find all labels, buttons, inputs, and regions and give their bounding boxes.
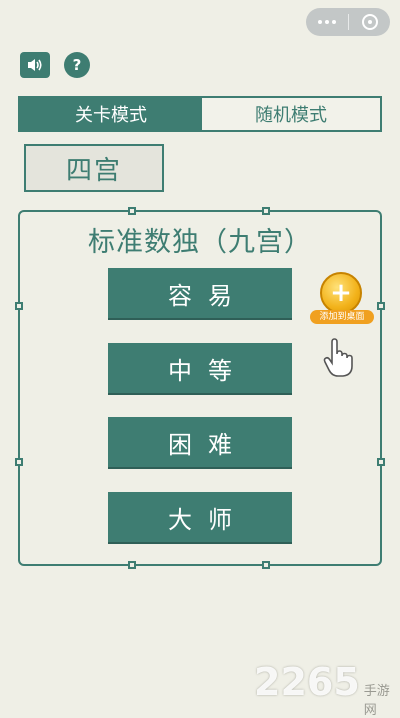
more-dots-icon[interactable]	[318, 20, 337, 24]
frame-notch	[377, 302, 385, 310]
frame-notch	[128, 561, 136, 569]
grid-size-button[interactable]: 四宫	[24, 144, 164, 192]
easy-button[interactable]: 容易	[108, 268, 292, 318]
tab-random-mode[interactable]: 随机模式	[202, 98, 380, 130]
tab-level-mode[interactable]: 关卡模式	[20, 98, 202, 130]
speaker-icon	[28, 59, 42, 71]
frame-notch	[377, 458, 385, 466]
master-button[interactable]: 大师	[108, 492, 292, 542]
site-watermark: 2265 手游网	[254, 660, 400, 718]
watermark-site: 手游网	[363, 684, 390, 718]
sound-button[interactable]	[20, 52, 50, 78]
close-circle-icon[interactable]	[361, 14, 378, 30]
watermark-number: 2265	[254, 660, 360, 704]
add-to-desktop-label: 添加到桌面	[310, 310, 374, 324]
help-button[interactable]: ?	[64, 52, 90, 78]
frame-notch	[15, 458, 23, 466]
plus-coin-icon: +	[320, 272, 362, 314]
frame-title: 标准数独（九宫）	[88, 227, 312, 258]
frame-notch	[262, 561, 270, 569]
hard-button[interactable]: 困难	[108, 417, 292, 467]
frame-notch	[262, 207, 270, 215]
pointing-hand-icon	[323, 338, 353, 377]
mode-tabs: 关卡模式 随机模式	[18, 96, 382, 132]
medium-button[interactable]: 中等	[108, 343, 292, 393]
miniprogram-capsule	[306, 8, 390, 36]
capsule-divider	[348, 14, 350, 30]
frame-notch	[128, 207, 136, 215]
help-icon: ?	[72, 56, 82, 74]
frame-notch	[15, 302, 23, 310]
add-to-desktop-button[interactable]: + 添加到桌面	[310, 272, 374, 328]
